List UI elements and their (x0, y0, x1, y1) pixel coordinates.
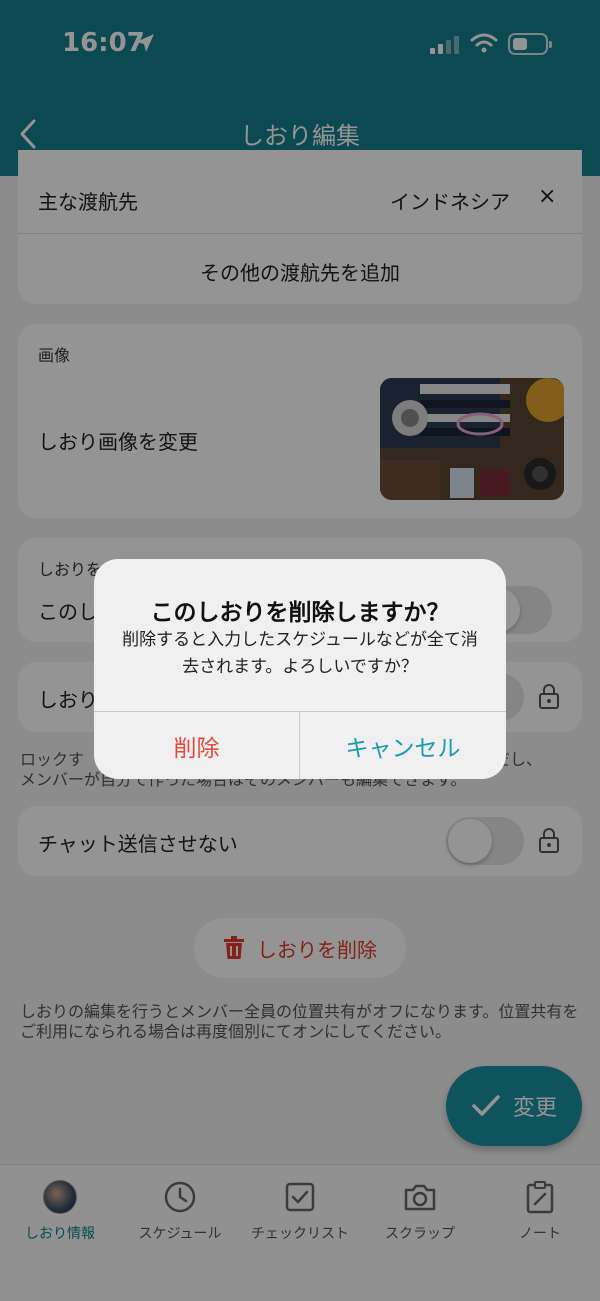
cancel-button[interactable]: キャンセル (300, 712, 506, 779)
confirm-delete-button[interactable]: 削除 (94, 712, 299, 779)
delete-confirm-dialog: このしおりを削除しますか？ 削除すると入力したスケジュールなどが全て消去されます… (94, 559, 506, 779)
dialog-message: 削除すると入力したスケジュールなどが全て消去されます。よろしいですか？ (122, 630, 478, 677)
dialog-title: このしおりを削除しますか？ (150, 600, 450, 626)
